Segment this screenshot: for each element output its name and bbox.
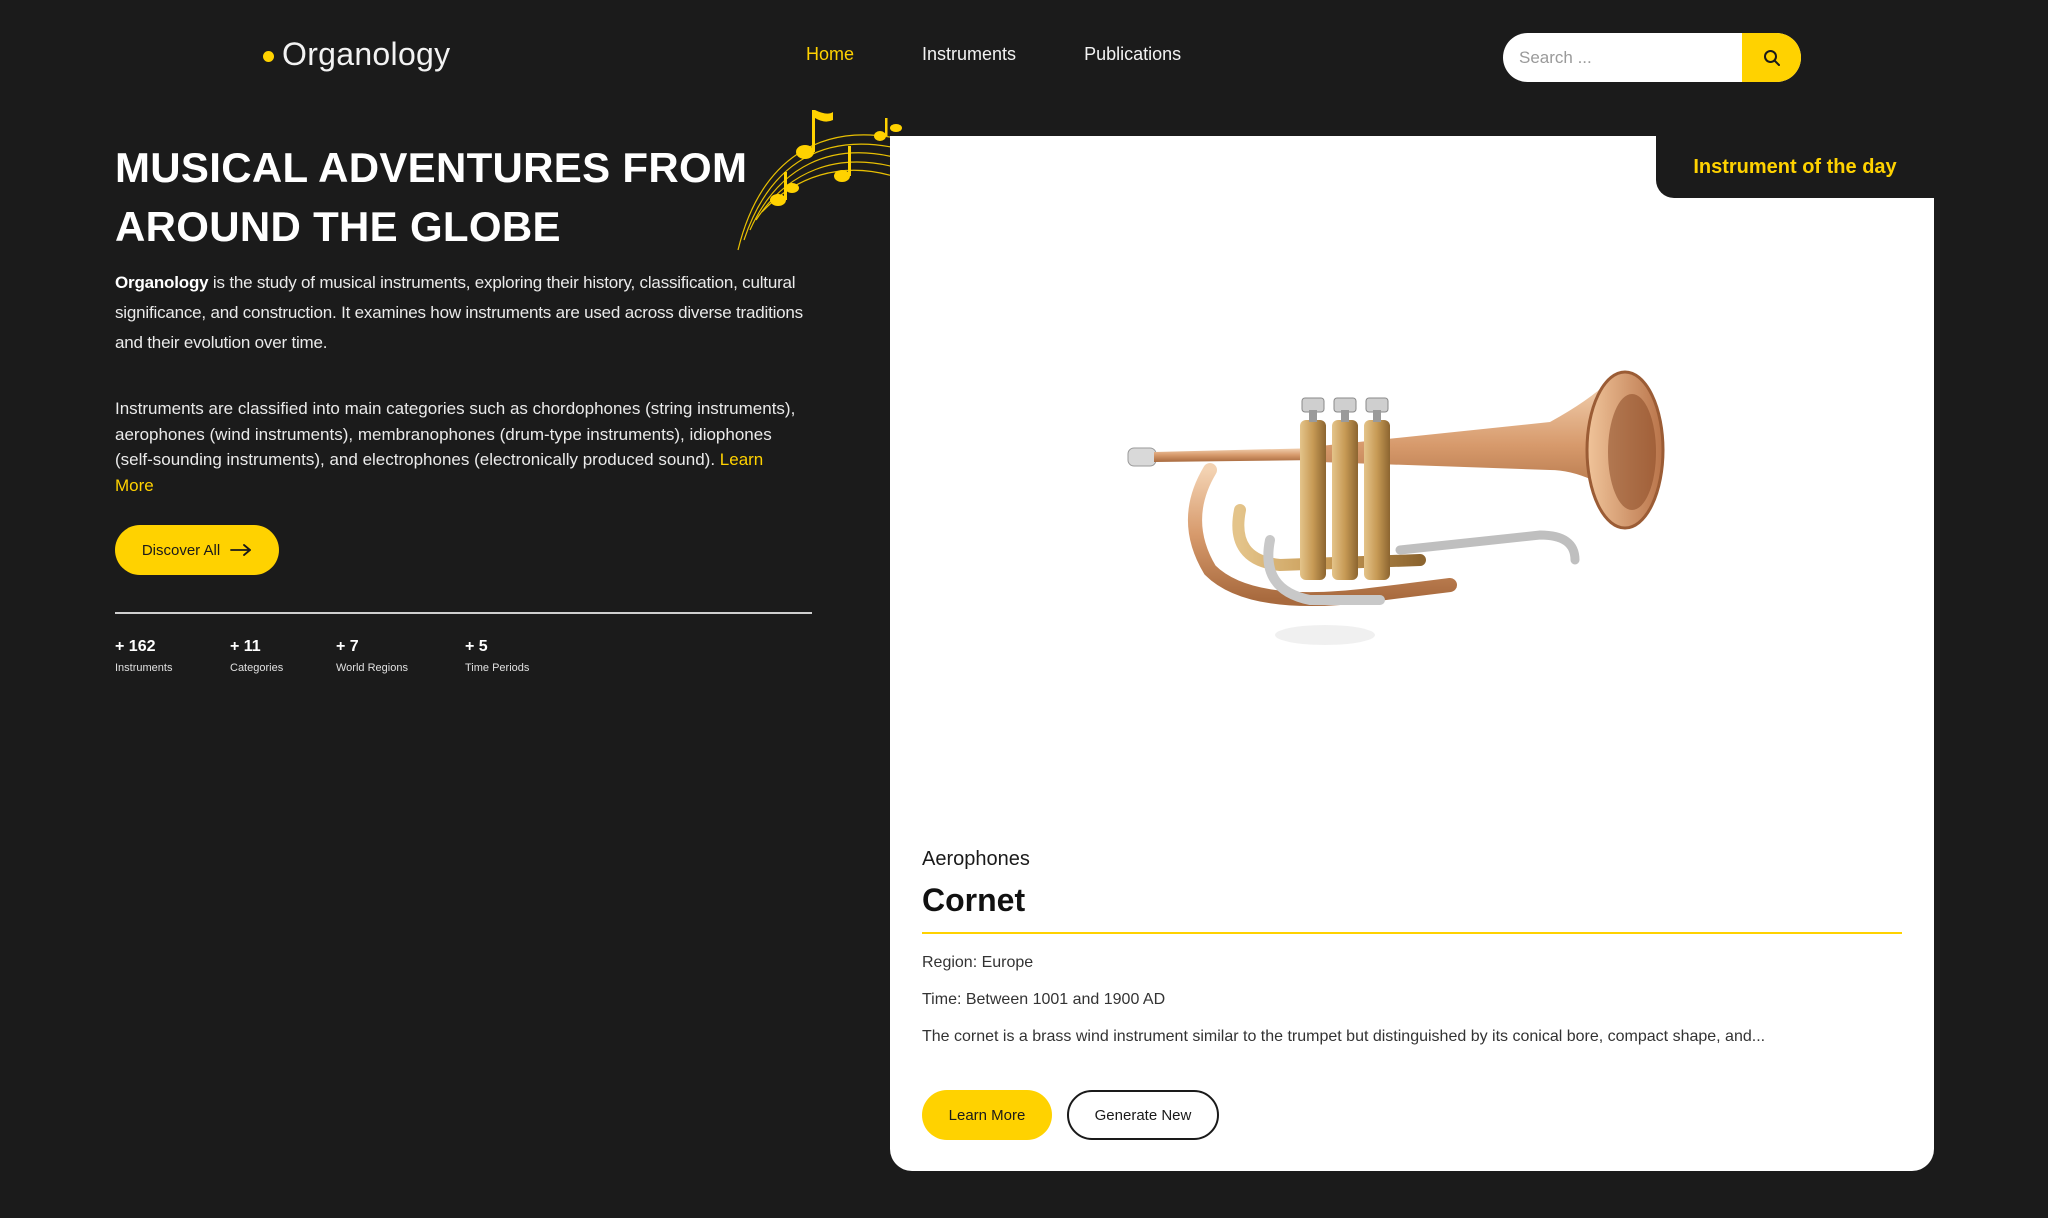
instrument-region: Region: Europe — [922, 954, 1034, 971]
cornet-image — [1127, 370, 1665, 645]
intro-bold-term: Organology — [115, 273, 209, 292]
nav-item-instruments[interactable]: Instruments — [922, 44, 1016, 65]
intro-text: is the study of musical instruments, exp… — [115, 273, 803, 352]
nav-item-publications[interactable]: Publications — [1084, 44, 1181, 65]
stats-row: + 162 Instruments + 11 Categories + 7 Wo… — [115, 638, 575, 674]
discover-all-label: Discover All — [141, 541, 221, 559]
learn-more-button[interactable]: Learn More — [922, 1090, 1052, 1140]
stats-divider — [115, 612, 812, 614]
generate-new-button[interactable]: Generate New — [1067, 1090, 1219, 1140]
intro-paragraph: Organology is the study of musical instr… — [115, 268, 805, 358]
search-input[interactable] — [1503, 33, 1742, 82]
stat-value: + 5 — [465, 638, 488, 655]
main-nav: Home Instruments Publications — [806, 44, 1249, 65]
classification-text: Instruments are classified into main cat… — [115, 399, 796, 469]
classification-paragraph: Instruments are classified into main cat… — [115, 396, 805, 498]
stat-instruments: + 162 Instruments — [115, 638, 230, 674]
stat-label: Time Periods — [465, 662, 530, 674]
hero-title: MUSICAL ADVENTURES FROM AROUND THE GLOBE — [115, 138, 747, 256]
stat-categories: + 11 Categories — [230, 638, 336, 674]
hero-title-line2: AROUND THE GLOBE — [115, 203, 561, 250]
brand-name: Organology — [282, 36, 451, 72]
search-icon — [1763, 49, 1780, 66]
stat-label: World Regions — [336, 662, 408, 674]
discover-all-button[interactable]: Discover All — [115, 525, 279, 575]
name-underline — [922, 932, 1902, 934]
brand-logo[interactable]: Organology — [263, 36, 450, 73]
search-button[interactable] — [1742, 33, 1801, 82]
stat-label: Categories — [230, 662, 284, 674]
instrument-description: The cornet is a brass wind instrument si… — [922, 1028, 1766, 1045]
stat-value: + 162 — [115, 638, 156, 655]
hero-title-line1: MUSICAL ADVENTURES FROM — [115, 144, 748, 191]
search-bar — [1503, 33, 1801, 82]
instrument-name: Cornet — [922, 882, 1026, 918]
stat-value: + 11 — [230, 638, 261, 655]
stat-label: Instruments — [115, 662, 173, 674]
instrument-time: Time: Between 1001 and 1900 AD — [922, 991, 1166, 1008]
stat-value: + 7 — [336, 638, 359, 655]
stat-world-regions: + 7 World Regions — [336, 638, 465, 674]
music-notes-decoration-icon — [737, 110, 906, 251]
stat-time-periods: + 5 Time Periods — [465, 638, 575, 674]
brand-dot-icon — [263, 51, 274, 62]
arrow-right-icon — [230, 544, 252, 556]
instrument-category: Aerophones — [922, 848, 1030, 870]
nav-item-home[interactable]: Home — [806, 44, 854, 65]
instrument-of-the-day-tab: Instrument of the day — [1656, 136, 1934, 198]
